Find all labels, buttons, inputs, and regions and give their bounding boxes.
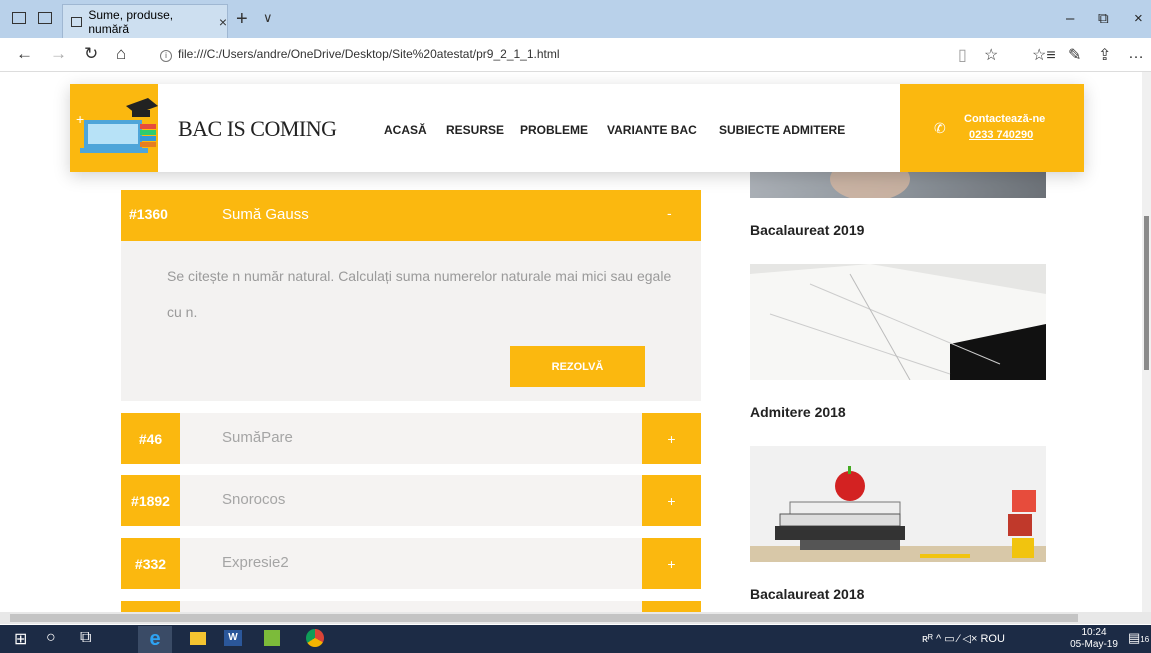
problem-name[interactable]: Sumă Gauss bbox=[222, 206, 309, 223]
problem-name[interactable]: Snorocos bbox=[222, 491, 285, 508]
browser-titlebar: Sume, produse, numără × + ∨ – ⧉ × bbox=[0, 0, 1151, 38]
card-image-bac-2018[interactable] bbox=[750, 446, 1046, 562]
nav-resurse[interactable]: RESURSE bbox=[446, 123, 504, 137]
more-icon[interactable]: … bbox=[1128, 45, 1144, 63]
problem-statement: Se citește n număr natural. Calculați su… bbox=[167, 268, 672, 320]
close-window-button[interactable]: × bbox=[1134, 10, 1143, 27]
nav-subiecte-admitere[interactable]: SUBIECTE ADMITERE bbox=[719, 123, 845, 137]
collapse-toggle[interactable]: - bbox=[667, 205, 672, 221]
problem-id: #46 bbox=[121, 413, 180, 464]
clock[interactable]: 10:24 05-May-19 bbox=[1064, 627, 1124, 651]
contact-phone-link[interactable]: 0233 740290 bbox=[969, 129, 1033, 141]
expand-toggle[interactable]: + bbox=[642, 538, 701, 589]
brand-name[interactable]: BAC IS COMING bbox=[178, 116, 337, 142]
problem-id-partial bbox=[121, 601, 180, 612]
problem-name[interactable]: SumăPare bbox=[222, 429, 293, 446]
new-tab-button[interactable]: + bbox=[236, 8, 248, 31]
notification-center-icon[interactable]: ▤16 bbox=[1128, 630, 1149, 646]
refresh-button[interactable]: ↻ bbox=[84, 44, 98, 64]
search-icon[interactable]: ○ bbox=[46, 629, 56, 647]
favorite-star-icon[interactable]: ☆ bbox=[984, 45, 998, 65]
url-field[interactable]: i file:///C:/Users/andre/OneDrive/Desktop… bbox=[160, 47, 560, 62]
windows-start-icon[interactable]: ⊞ bbox=[14, 629, 27, 649]
task-view-icon[interactable]: ⧉ bbox=[80, 629, 91, 647]
card-title[interactable]: Bacalaureat 2018 bbox=[750, 586, 864, 602]
card-image-admitere-2018[interactable] bbox=[750, 264, 1046, 380]
edge-icon: e bbox=[149, 628, 161, 650]
clock-time: 10:24 bbox=[1081, 627, 1107, 638]
web-notes-icon[interactable]: ✎ bbox=[1068, 45, 1081, 65]
file-explorer-icon[interactable] bbox=[190, 632, 206, 645]
problem-id: #1360 bbox=[129, 206, 168, 222]
svg-text:+: + bbox=[76, 111, 84, 127]
minimize-button[interactable]: – bbox=[1066, 10, 1074, 27]
problem-name[interactable]: Expresie2 bbox=[222, 554, 289, 571]
expand-toggle-partial[interactable] bbox=[642, 601, 701, 612]
tab-preview-icon[interactable] bbox=[38, 12, 52, 24]
share-icon[interactable]: ⇪ bbox=[1098, 45, 1111, 65]
nav-probleme[interactable]: PROBLEME bbox=[520, 123, 588, 137]
clock-date: 05-May-19 bbox=[1070, 639, 1118, 650]
card-title[interactable]: Admitere 2018 bbox=[750, 404, 846, 420]
contact-label[interactable]: Contactează-ne bbox=[964, 113, 1045, 125]
horizontal-scroll-thumb[interactable] bbox=[10, 614, 1078, 622]
close-tab-icon[interactable]: × bbox=[219, 14, 227, 30]
problem-id: #1892 bbox=[121, 475, 180, 526]
problem-header-expanded[interactable]: #1360 Sumă Gauss - bbox=[121, 190, 701, 241]
favorites-hub-icon[interactable]: ☆≡ bbox=[1032, 45, 1056, 65]
solve-button[interactable]: REZOLVĂ bbox=[510, 346, 645, 387]
problem-row[interactable]: #1892 Snorocos + bbox=[121, 475, 701, 526]
chrome-icon[interactable] bbox=[306, 629, 324, 647]
home-button[interactable]: ⌂ bbox=[116, 44, 126, 64]
info-icon[interactable]: i bbox=[160, 50, 172, 62]
problem-id: #332 bbox=[121, 538, 180, 589]
url-text: file:///C:/Users/andre/OneDrive/Desktop/… bbox=[178, 47, 560, 61]
card-title[interactable]: Bacalaureat 2019 bbox=[750, 222, 864, 238]
tab-title: Sume, produse, numără bbox=[88, 7, 174, 36]
notification-count: 16 bbox=[1140, 635, 1150, 644]
word-icon[interactable]: W bbox=[224, 630, 242, 646]
active-tab[interactable]: Sume, produse, numără × bbox=[62, 4, 228, 38]
page-icon bbox=[71, 16, 83, 27]
reading-view-icon[interactable]: ▯ bbox=[958, 45, 967, 65]
nav-acasa[interactable]: ACASĂ bbox=[384, 123, 427, 137]
system-tray[interactable]: ʀᴿ ^ ▭ ⁄ ◁× ROU bbox=[922, 632, 1005, 645]
photos-icon[interactable] bbox=[264, 630, 280, 646]
nav-variante-bac[interactable]: VARIANTE BAC bbox=[607, 123, 697, 137]
tab-list-chevron-icon[interactable]: ∨ bbox=[263, 10, 273, 26]
problem-row-partial[interactable] bbox=[121, 601, 701, 612]
restore-button[interactable]: ⧉ bbox=[1098, 10, 1109, 27]
expand-toggle[interactable]: + bbox=[642, 475, 701, 526]
expand-toggle[interactable]: + bbox=[642, 413, 701, 464]
back-button[interactable]: ← bbox=[16, 44, 33, 64]
site-logo[interactable]: + bbox=[70, 84, 158, 172]
edge-taskbar-button[interactable]: e bbox=[138, 626, 172, 653]
contact-box[interactable] bbox=[900, 84, 1084, 172]
forward-button[interactable]: → bbox=[50, 44, 67, 64]
phone-icon: ✆ bbox=[934, 120, 946, 136]
tab-aside-icon[interactable] bbox=[12, 12, 26, 24]
vertical-scroll-thumb[interactable] bbox=[1144, 216, 1149, 370]
problem-row[interactable]: #332 Expresie2 + bbox=[121, 538, 701, 589]
problem-row[interactable]: #46 SumăPare + bbox=[121, 413, 701, 464]
